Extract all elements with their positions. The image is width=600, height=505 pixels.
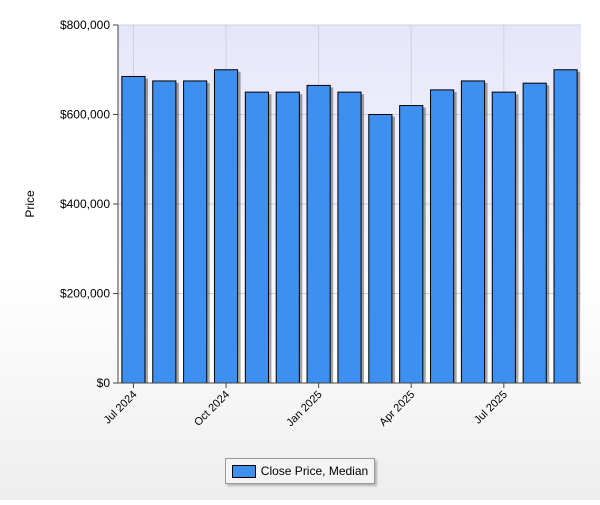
bar xyxy=(399,105,424,384)
bar xyxy=(460,80,486,384)
x-axis-ticks: Jul 2024 Oct 2024 Jan 2025 Apr 2025 Jul 2025 xyxy=(102,383,510,429)
bar xyxy=(306,84,331,384)
bar xyxy=(121,75,146,384)
x-tick-label: Jul 2025 xyxy=(472,389,510,427)
bar xyxy=(275,91,300,384)
bar xyxy=(183,80,208,384)
bar xyxy=(430,89,455,384)
bar xyxy=(522,82,547,384)
y-tick-label: $0 xyxy=(97,376,111,390)
bar xyxy=(337,91,362,384)
x-tick-label: Oct 2024 xyxy=(192,389,232,429)
legend-label: Close Price, Median xyxy=(260,464,369,478)
x-tick-label: Apr 2025 xyxy=(377,389,417,429)
y-tick-label: $400,000 xyxy=(60,197,110,211)
bars xyxy=(121,69,581,384)
bar xyxy=(213,69,239,384)
y-tick-label: $800,000 xyxy=(60,18,110,32)
legend: Close Price, Median xyxy=(225,458,375,484)
y-tick-label: $600,000 xyxy=(60,108,110,122)
bar xyxy=(368,114,393,384)
y-tick-label: $200,000 xyxy=(60,287,110,301)
bar xyxy=(152,80,177,384)
bar xyxy=(244,91,269,384)
bar xyxy=(491,91,516,384)
bar-chart: $0 $200,000 $400,000 $600,000 $800,000 Jul 2… xyxy=(0,0,600,500)
y-axis-ticks: $0 $200,000 $400,000 $600,000 $800,000 xyxy=(60,18,118,390)
x-tick-label: Jul 2024 xyxy=(102,389,140,427)
legend-swatch xyxy=(231,464,256,478)
bar xyxy=(553,69,578,384)
x-tick-label: Jan 2025 xyxy=(284,389,324,429)
chart-canvas: $0 $200,000 $400,000 $600,000 $800,000 Jul 2… xyxy=(23,18,581,429)
y-axis-label: Price xyxy=(23,190,37,218)
